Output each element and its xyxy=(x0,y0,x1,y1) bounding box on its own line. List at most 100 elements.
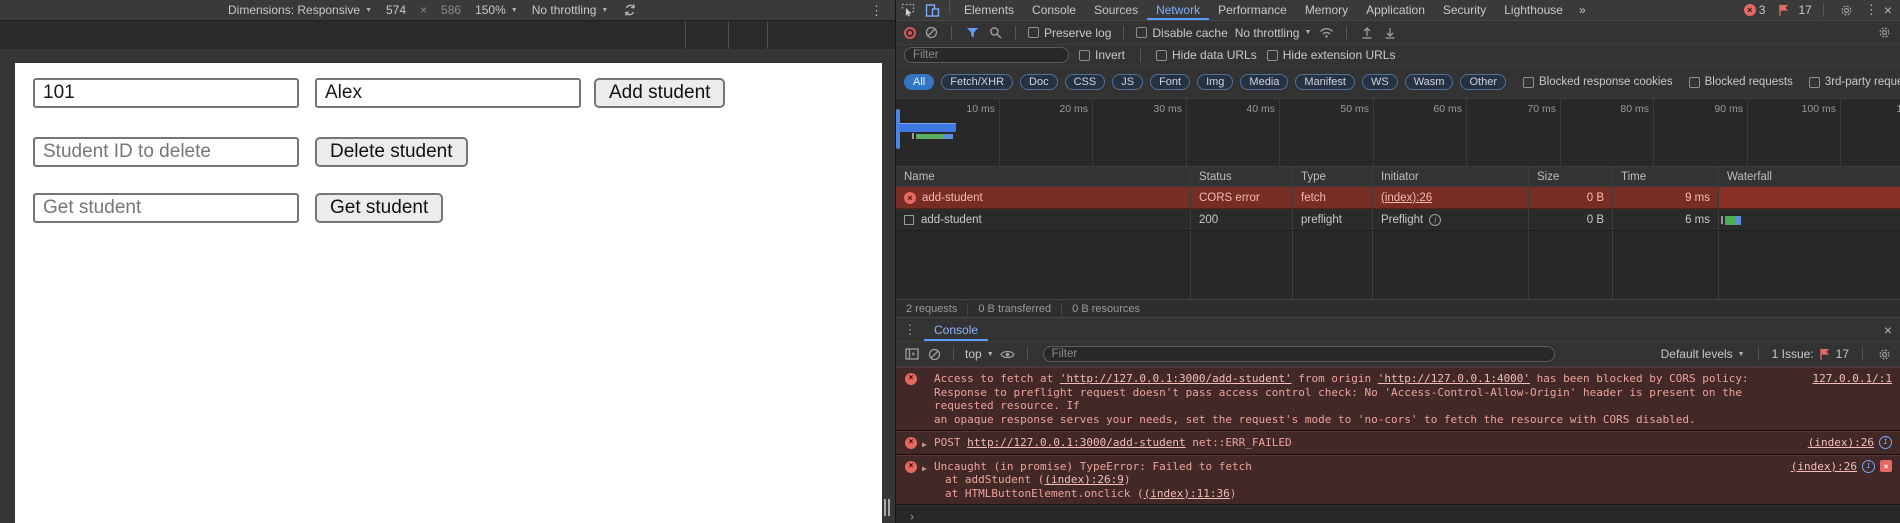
tab-network[interactable]: Network xyxy=(1147,0,1209,20)
col-type[interactable]: Type xyxy=(1293,167,1373,186)
error-count-badge[interactable]: × 3 xyxy=(1743,3,1765,17)
tab-memory[interactable]: Memory xyxy=(1296,0,1357,20)
rotate-viewport-icon[interactable] xyxy=(622,2,638,18)
close-drawer-icon[interactable]: × xyxy=(1884,322,1892,338)
col-time[interactable]: Time xyxy=(1613,167,1719,186)
export-har-icon[interactable] xyxy=(1382,25,1398,41)
filter-funnel-icon[interactable] xyxy=(964,25,980,41)
device-toolbar-toggle-icon[interactable] xyxy=(924,2,940,18)
hide-extension-urls-checkbox[interactable] xyxy=(1266,49,1278,61)
info-icon[interactable]: i xyxy=(1429,213,1442,226)
viewport-width-field[interactable]: 574 xyxy=(386,3,406,17)
stack-link[interactable]: (index):26:9 xyxy=(1044,473,1123,486)
drawer-menu-icon[interactable]: ⋮ xyxy=(902,322,918,338)
expand-triangle-icon[interactable]: ▶ xyxy=(922,438,927,452)
col-waterfall[interactable]: Waterfall xyxy=(1719,167,1900,186)
disable-cache-checkbox[interactable] xyxy=(1136,27,1148,38)
preserve-log-checkbox[interactable] xyxy=(1028,27,1039,38)
console-error-post-failed[interactable]: × ▶ (index):26 i POST http://127.0.0.1:3… xyxy=(896,431,1900,455)
url-link[interactable]: 'http://127.0.0.1:4000' xyxy=(1378,372,1530,385)
invert-checkbox[interactable] xyxy=(1079,49,1090,61)
related-issue-icon[interactable]: i xyxy=(1862,459,1875,473)
issues-count-badge[interactable]: 17 xyxy=(1771,2,1812,18)
live-expression-eye-icon[interactable] xyxy=(1000,346,1016,362)
request-row-add-student-preflight[interactable]: add-student 200 preflight Preflight i 0 … xyxy=(896,209,1900,231)
filter-pill-manifest[interactable]: Manifest xyxy=(1295,74,1355,90)
network-settings-gear-icon[interactable] xyxy=(1876,25,1892,41)
student-id-input[interactable] xyxy=(33,78,299,108)
source-link[interactable]: 127.0.0.1/:1 xyxy=(1813,372,1892,386)
drawer-tab-console[interactable]: Console xyxy=(924,318,988,341)
filter-pill-all[interactable]: All xyxy=(904,74,935,90)
network-filter-input[interactable] xyxy=(904,47,1069,63)
clear-console-icon[interactable] xyxy=(926,346,942,362)
network-conditions-icon[interactable] xyxy=(1318,25,1334,41)
log-levels-select[interactable]: Default levels ▼ xyxy=(1661,347,1745,361)
tab-console[interactable]: Console xyxy=(1023,0,1085,20)
devtools-menu-icon[interactable]: ⋮ xyxy=(1865,2,1878,18)
filter-pill-js[interactable]: JS xyxy=(1112,74,1144,90)
tab-sources[interactable]: Sources xyxy=(1085,0,1147,20)
tab-security[interactable]: Security xyxy=(1434,0,1495,20)
delete-id-input[interactable] xyxy=(33,137,299,167)
request-row-add-student-error[interactable]: × add-student CORS error fetch (index):2… xyxy=(896,187,1900,209)
network-overview-timeline[interactable]: 10 ms 20 ms 30 ms 40 ms 50 ms 60 ms 70 m… xyxy=(896,99,1900,167)
console-issues-badge[interactable]: 1 Issue: 17 xyxy=(1772,346,1849,362)
url-link[interactable]: http://127.0.0.1:3000/add-student xyxy=(967,436,1186,449)
delete-student-button[interactable]: Delete student xyxy=(315,137,468,167)
col-status[interactable]: Status xyxy=(1191,167,1293,186)
url-link[interactable]: 'http://127.0.0.1:3000/add-student' xyxy=(1060,372,1292,385)
tab-performance[interactable]: Performance xyxy=(1209,0,1296,20)
stack-link[interactable]: (index):11:36 xyxy=(1144,487,1230,500)
console-error-uncaught[interactable]: × ▶ (index):26 i × Uncaught (in promise)… xyxy=(896,454,1900,505)
filter-pill-font[interactable]: Font xyxy=(1150,74,1191,90)
third-party-checkbox[interactable] xyxy=(1808,76,1820,88)
console-error-cors[interactable]: × 127.0.0.1/:1 Access to fetch at 'http:… xyxy=(896,367,1900,431)
col-name[interactable]: Name xyxy=(896,167,1191,186)
tab-application[interactable]: Application xyxy=(1357,0,1434,20)
more-tabs-icon[interactable]: » xyxy=(1572,0,1593,20)
hide-data-urls-checkbox[interactable] xyxy=(1156,49,1168,61)
get-id-input[interactable] xyxy=(33,193,299,223)
filter-pill-css[interactable]: CSS xyxy=(1064,74,1106,90)
blocked-cookies-checkbox[interactable] xyxy=(1522,76,1534,88)
viewport-height-field[interactable]: 586 xyxy=(441,3,461,17)
tab-lighthouse[interactable]: Lighthouse xyxy=(1495,0,1572,20)
filter-pill-wasm[interactable]: Wasm xyxy=(1404,74,1454,90)
tab-elements[interactable]: Elements xyxy=(955,0,1023,20)
expand-triangle-icon[interactable]: ▶ xyxy=(922,462,927,476)
col-size[interactable]: Size xyxy=(1529,167,1613,186)
import-har-icon[interactable] xyxy=(1359,25,1375,41)
source-link[interactable]: (index):26 xyxy=(1808,436,1874,450)
filter-pill-img[interactable]: Img xyxy=(1197,74,1234,90)
record-network-log-icon[interactable] xyxy=(904,26,916,39)
student-name-input[interactable] xyxy=(315,78,581,108)
filter-pill-fetch-xhr[interactable]: Fetch/XHR xyxy=(941,74,1014,90)
console-sidebar-toggle-icon[interactable] xyxy=(904,346,920,362)
clear-network-log-icon[interactable] xyxy=(923,25,939,41)
blocked-requests-checkbox[interactable] xyxy=(1688,76,1700,88)
settings-gear-icon[interactable] xyxy=(1839,2,1855,18)
throttling-select[interactable]: No throttling ▼ xyxy=(532,3,609,17)
filter-pill-other[interactable]: Other xyxy=(1460,74,1506,90)
add-student-button[interactable]: Add student xyxy=(594,78,726,108)
pane-resize-handle[interactable] xyxy=(884,499,892,516)
zoom-select[interactable]: 150% ▼ xyxy=(475,3,518,17)
source-link[interactable]: (index):26 xyxy=(1791,460,1857,474)
overview-selected-range[interactable] xyxy=(899,123,956,132)
console-context-select[interactable]: top ▼ xyxy=(965,347,994,361)
close-devtools-icon[interactable]: × xyxy=(1884,2,1892,18)
console-filter-input[interactable] xyxy=(1042,346,1555,362)
device-type-select[interactable]: Dimensions: Responsive ▼ xyxy=(228,3,372,17)
inspect-element-icon[interactable] xyxy=(900,2,916,18)
filter-pill-doc[interactable]: Doc xyxy=(1020,74,1058,90)
filter-pill-media[interactable]: Media xyxy=(1240,74,1289,90)
initiator-preflight[interactable]: Preflight xyxy=(1381,214,1423,226)
filter-pill-ws[interactable]: WS xyxy=(1361,74,1398,90)
device-toolbar-menu-icon[interactable]: ⋮ xyxy=(870,3,883,19)
col-initiator[interactable]: Initiator xyxy=(1373,167,1529,186)
console-settings-gear-icon[interactable] xyxy=(1876,346,1892,362)
search-icon[interactable] xyxy=(987,25,1003,41)
related-issue-icon[interactable]: i xyxy=(1879,436,1892,450)
initiator-link[interactable]: (index):26 xyxy=(1381,192,1432,204)
